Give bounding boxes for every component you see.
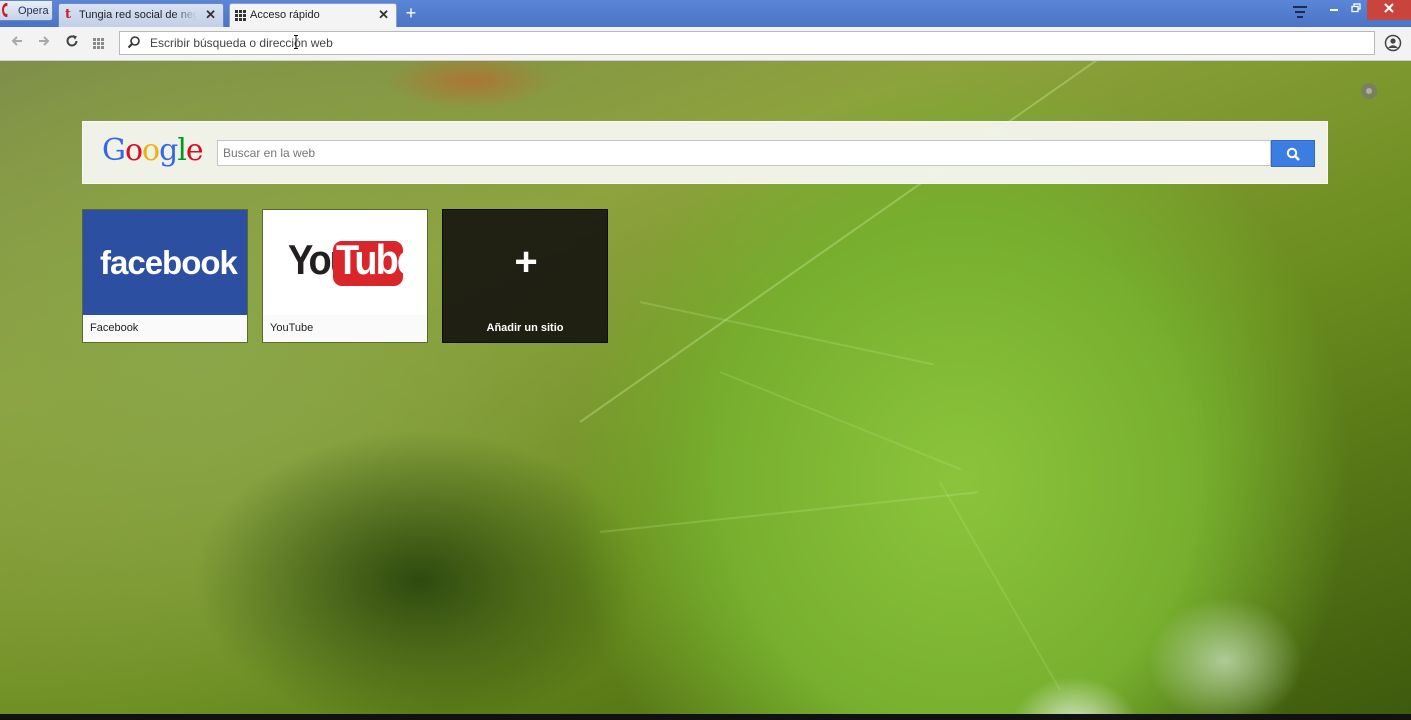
add-site-tile[interactable]: + Añadir un sitio bbox=[442, 209, 608, 343]
tab-title: Acceso rápido bbox=[250, 9, 320, 21]
tab-acceso-rapido[interactable]: Acceso rápido ✕ bbox=[229, 3, 397, 27]
arrow-left-icon bbox=[11, 36, 22, 46]
close-tab-icon[interactable]: ✕ bbox=[205, 7, 216, 23]
web-search-button[interactable] bbox=[1271, 140, 1315, 167]
speed-dial-page: Google facebook Facebook You Tube YouTub… bbox=[0, 61, 1411, 714]
close-tab-icon[interactable]: ✕ bbox=[378, 7, 389, 23]
youtube-logo-tube: Tube bbox=[336, 237, 418, 285]
speed-dial-tile-facebook[interactable]: facebook Facebook bbox=[82, 209, 248, 343]
restore-icon bbox=[1351, 3, 1361, 13]
tile-caption: Añadir un sitio bbox=[486, 322, 564, 334]
speed-dial-button[interactable] bbox=[93, 38, 104, 49]
google-logo: Google bbox=[102, 133, 204, 168]
forward-button[interactable] bbox=[35, 34, 53, 52]
navigation-bar bbox=[0, 27, 1411, 61]
tile-caption: Facebook bbox=[83, 315, 247, 342]
bottom-edge bbox=[0, 714, 1411, 720]
reload-icon bbox=[66, 35, 78, 47]
back-button[interactable] bbox=[8, 34, 26, 52]
youtube-thumbnail: You Tube bbox=[263, 210, 427, 315]
account-icon[interactable] bbox=[1384, 34, 1402, 52]
close-window-button[interactable] bbox=[1367, 0, 1411, 20]
search-icon bbox=[1286, 147, 1300, 161]
t-letter-icon: t bbox=[65, 7, 72, 22]
plus-icon: + bbox=[514, 240, 538, 284]
new-tab-button[interactable]: + bbox=[402, 4, 420, 22]
tile-caption: YouTube bbox=[263, 315, 427, 342]
tab-menu-icon[interactable] bbox=[1293, 6, 1309, 26]
address-input[interactable] bbox=[150, 35, 1350, 51]
address-bar[interactable] bbox=[119, 31, 1375, 55]
restore-button[interactable] bbox=[1346, 0, 1366, 20]
speed-dial-tile-youtube[interactable]: You Tube YouTube bbox=[262, 209, 428, 343]
opera-menu-label: Opera bbox=[18, 5, 49, 17]
close-icon bbox=[1384, 3, 1394, 13]
tab-tungia[interactable]: t Tungia red social de negocios ✕ bbox=[58, 3, 224, 27]
facebook-thumbnail: facebook bbox=[83, 210, 247, 315]
opera-logo-icon bbox=[2, 3, 8, 17]
tab-title: Tungia red social de negocios bbox=[79, 9, 197, 21]
web-search-input[interactable] bbox=[217, 140, 1271, 166]
reload-button[interactable] bbox=[63, 34, 81, 52]
opera-menu-button[interactable]: Opera bbox=[0, 1, 53, 21]
speed-dial-grid-icon bbox=[235, 10, 246, 21]
google-search-panel: Google bbox=[82, 121, 1328, 184]
minimize-button[interactable] bbox=[1322, 0, 1346, 20]
tab-strip: Opera t Tungia red social de negocios ✕ … bbox=[0, 0, 1411, 27]
facebook-logo: facebook bbox=[100, 244, 238, 281]
speed-dial-settings-icon[interactable] bbox=[1361, 83, 1377, 99]
minimize-icon bbox=[1330, 9, 1338, 11]
search-icon bbox=[127, 36, 140, 49]
text-cursor-icon bbox=[294, 35, 298, 49]
arrow-right-icon bbox=[39, 36, 50, 46]
